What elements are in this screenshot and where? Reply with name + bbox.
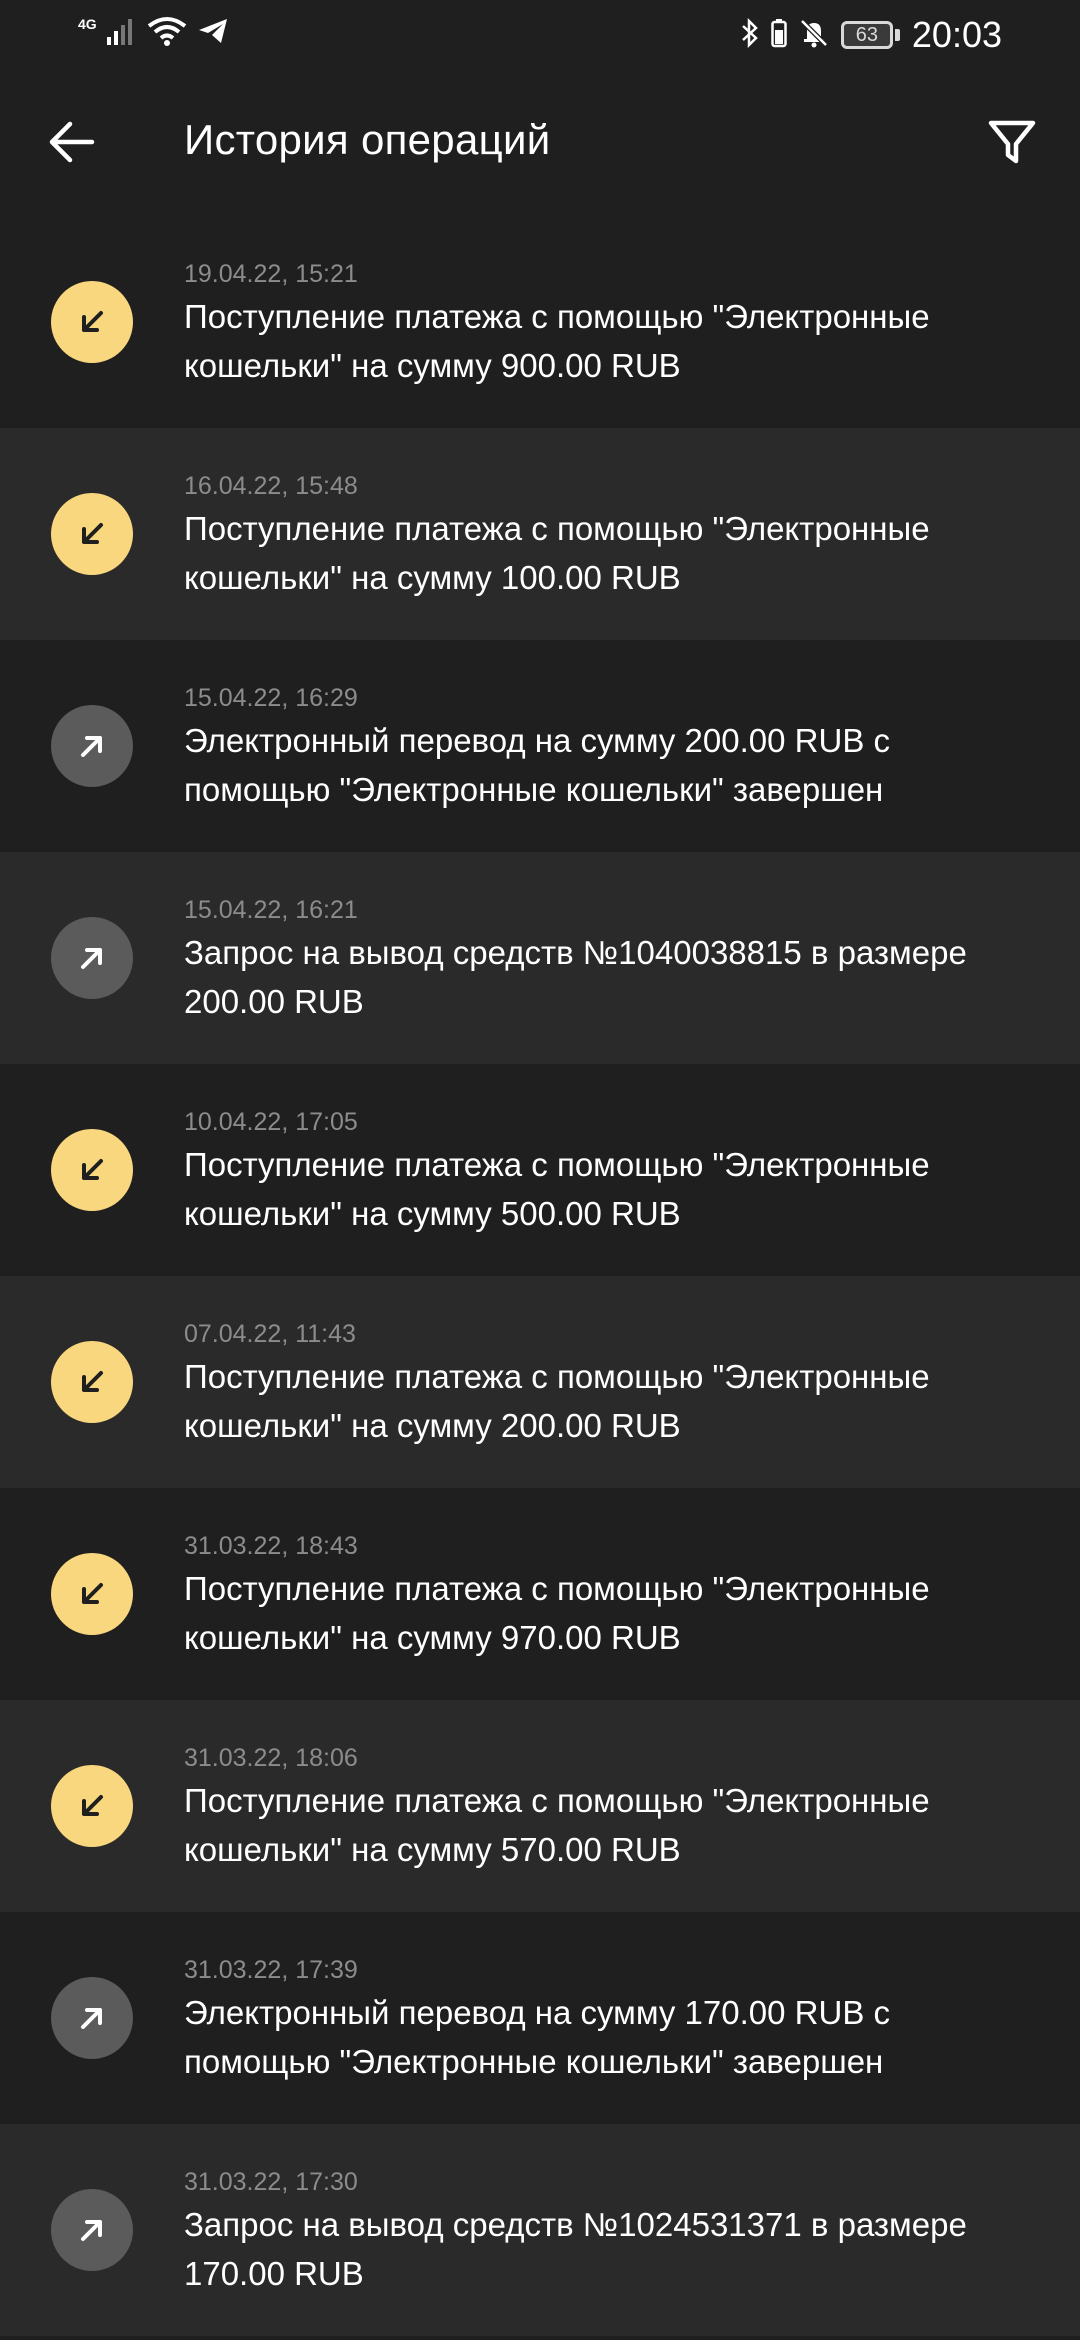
operation-row[interactable]: 19.04.22, 15:21 Поступление платежа с пом… [0,216,1080,428]
operation-row[interactable]: 31.03.22, 17:39 Электронный перевод на су… [0,1912,1080,2124]
arrow-left-icon [48,120,96,169]
operation-row[interactable]: 31.03.22, 17:30 Запрос на вывод средств №… [0,2124,1080,2336]
incoming-arrow-icon [51,1765,133,1847]
outgoing-arrow-icon [51,1977,133,2059]
telegram-icon [197,17,229,50]
operation-date: 31.03.22, 18:06 [184,1744,358,1772]
operation-description: Поступление платежа с помощью "Электронн… [184,1146,930,1232]
operation-date: 15.04.22, 16:21 [184,896,358,924]
operation-date: 31.03.22, 17:39 [184,1956,358,1984]
operation-description: Электронный перевод на сумму 170.00 RUB … [184,1994,891,2080]
operation-date: 16.04.22, 15:48 [184,472,358,500]
operation-row[interactable]: 16.04.22, 15:48 Поступление платежа с пом… [0,428,1080,640]
operation-date: 10.04.22, 17:05 [184,1108,358,1136]
bluetooth-icon [741,17,759,53]
wifi-icon [147,16,187,51]
filter-icon [987,117,1037,172]
page-title: История операций [184,116,551,163]
status-bar-right: 63 20:03 [741,14,1002,56]
incoming-arrow-icon [51,1341,133,1423]
operation-description: Поступление платежа с помощью "Электронн… [184,1570,930,1656]
operation-row[interactable]: 15.04.22, 16:21 Запрос на вывод средств №… [0,852,1080,1064]
outgoing-arrow-icon [51,917,133,999]
outgoing-arrow-icon [51,705,133,787]
incoming-arrow-icon [51,1553,133,1635]
operation-row[interactable]: 10.04.22, 17:05 Поступление платежа с пом… [0,1064,1080,1276]
filter-button[interactable] [974,108,1050,180]
operation-date: 31.03.22, 18:43 [184,1532,358,1560]
operation-description: Электронный перевод на сумму 200.00 RUB … [184,722,891,808]
operation-description: Поступление платежа с помощью "Электронн… [184,510,930,596]
signal-icon [106,17,137,50]
battery-indicator: 63 [840,21,900,49]
operation-row[interactable]: 31.03.22, 18:43 Поступление платежа с пом… [0,1488,1080,1700]
outgoing-arrow-icon [51,2189,133,2271]
status-bar-left: 4G [78,16,229,51]
app-bar: История операций [0,72,1080,216]
operation-row[interactable]: 15.04.22, 16:29 Электронный перевод на су… [0,640,1080,852]
operation-row[interactable]: 07.04.22, 11:43 Поступление платежа с пом… [0,1276,1080,1488]
operation-date: 19.04.22, 15:21 [184,260,358,288]
clock: 20:03 [911,14,1002,55]
network-type: 4G [78,15,97,32]
back-button[interactable] [36,108,108,180]
operation-date: 15.04.22, 16:29 [184,684,358,712]
operation-description: Поступление платежа с помощью "Электронн… [184,1358,930,1444]
operation-date: 31.03.22, 17:30 [184,2168,358,2196]
operation-description: Запрос на вывод средств №1040038815 в ра… [184,934,967,1020]
incoming-arrow-icon [51,281,133,363]
mute-icon [799,18,829,53]
operations-list: 19.04.22, 15:21 Поступление платежа с пом… [0,216,1080,2336]
status-bar: 4G 63 20:03 [0,0,1080,72]
battery-small-icon [771,18,787,53]
incoming-arrow-icon [51,1129,133,1211]
battery-level: 63 [840,21,893,49]
operation-date: 07.04.22, 11:43 [184,1320,356,1348]
battery-tip [894,29,900,41]
operation-description: Поступление платежа с помощью "Электронн… [184,1782,930,1868]
incoming-arrow-icon [51,493,133,575]
operation-row[interactable]: 31.03.22, 18:06 Поступление платежа с пом… [0,1700,1080,1912]
operation-description: Запрос на вывод средств №1024531371 в ра… [184,2206,967,2292]
operation-description: Поступление платежа с помощью "Электронн… [184,298,930,384]
